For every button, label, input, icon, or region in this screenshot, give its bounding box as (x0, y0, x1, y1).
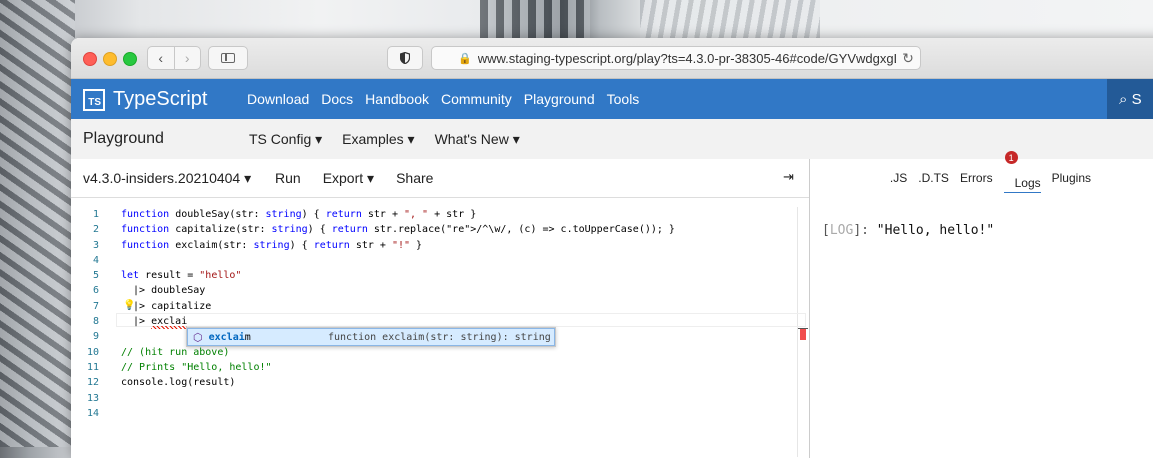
line-number: 1 (92, 209, 99, 220)
log-message: "Hello, hello!" (876, 223, 995, 238)
forward-icon[interactable]: › (173, 47, 201, 69)
site-search[interactable]: ⌕ S (1107, 79, 1153, 119)
line-number: 13 (86, 392, 99, 404)
zoom-window-button[interactable] (123, 52, 137, 66)
code-line[interactable]: 2 function capitalize(str: string) { retu… (71, 222, 809, 237)
line-number: 5 (92, 270, 99, 282)
output-tabs: .JS .D.TS Errors 1 Logs Plugins (879, 151, 1153, 197)
browser-titlebar: ‹ › 🔒 www.staging-typescript.org/play?ts… (71, 38, 1153, 79)
tab-dts[interactable]: .D.TS (918, 171, 949, 185)
code-line[interactable]: 11 // Prints "Hello, hello!" (71, 360, 809, 375)
nav-link-tools[interactable]: Tools (607, 91, 640, 107)
line-number: 4 (92, 254, 99, 266)
url-text: www.staging-typescript.org/play?ts=4.3.0… (477, 50, 896, 66)
code-text: |> doubleSay (121, 285, 206, 297)
logs-count-badge: 1 (1004, 151, 1018, 164)
background-tower (640, 0, 820, 40)
reload-icon[interactable]: ↻ (896, 50, 920, 67)
code-text: function exclaim(str: string) { return s… (121, 239, 423, 251)
sidebar-toggle-button[interactable] (208, 46, 248, 70)
code-line[interactable]: 12 console.log(result) (71, 375, 809, 390)
tab-errors[interactable]: Errors (960, 171, 993, 185)
line-number: 9 (92, 331, 99, 343)
code-line[interactable]: 4 (71, 253, 809, 268)
address-bar[interactable]: 🔒 www.staging-typescript.org/play?ts=4.3… (431, 46, 921, 70)
page-title: Playground (83, 130, 164, 147)
nav-link-handbook[interactable]: Handbook (365, 91, 429, 107)
tab-logs[interactable]: 1 Logs (1003, 151, 1041, 193)
sidebar-icon (221, 53, 235, 63)
line-number: 2 (92, 224, 99, 236)
ts-config-menu[interactable]: TS Config ▾ (249, 131, 322, 148)
background-tower (480, 0, 590, 40)
line-number: 10 (86, 346, 99, 358)
line-number: 12 (86, 377, 99, 389)
nav-link-playground[interactable]: Playground (524, 91, 595, 107)
export-menu[interactable]: Export ▾ (323, 170, 374, 187)
back-icon[interactable]: ‹ (148, 47, 174, 69)
lock-icon: 🔒 (458, 52, 472, 65)
tab-logs-label: Logs (1014, 176, 1041, 190)
run-button[interactable]: Run (275, 170, 301, 187)
search-icon: ⌕ (1119, 90, 1128, 108)
code-editor[interactable]: 💡 ⬡ exclaim function exclaim(str: string… (71, 207, 809, 421)
log-entry: [LOG]: "Hello, hello!" (822, 223, 994, 238)
background-building (0, 0, 75, 447)
code-line[interactable]: 13 (71, 391, 809, 406)
whats-new-menu[interactable]: What's New ▾ (435, 131, 520, 148)
editor-toolbar: v4.3.0-insiders.20210404 ▾ Run Export ▾ … (71, 159, 809, 198)
code-line[interactable]: 1 function doubleSay(str: string) { retur… (71, 207, 809, 222)
output-pane: .JS .D.TS Errors 1 Logs Plugins [LOG]: "H… (810, 151, 1153, 458)
nav-link-download[interactable]: Download (247, 91, 309, 107)
shield-icon (400, 52, 410, 64)
search-label: S (1131, 90, 1142, 108)
ts-badge-icon: TS (83, 88, 105, 111)
code-line[interactable]: 5 let result = "hello" (71, 268, 809, 283)
log-level: LOG (829, 223, 854, 238)
close-window-button[interactable] (83, 52, 97, 66)
collapse-sidebar-icon[interactable]: ⇥ (783, 169, 794, 185)
history-nav: ‹ › (147, 46, 201, 70)
code-line[interactable]: 10 // (hit run above) (71, 345, 809, 360)
code-line[interactable]: 9 (71, 329, 809, 344)
code-line[interactable]: 6 |> doubleSay (71, 283, 809, 298)
code-text: // (hit run above) (121, 346, 230, 358)
version-select[interactable]: v4.3.0-insiders.20210404 ▾ (83, 170, 251, 187)
tab-js[interactable]: .JS (890, 171, 907, 185)
line-number: 11 (86, 361, 99, 373)
line-number: 3 (92, 239, 99, 251)
line-number: 8 (92, 316, 99, 328)
minimize-window-button[interactable] (103, 52, 117, 66)
browser-window: ‹ › 🔒 www.staging-typescript.org/play?ts… (71, 38, 1153, 458)
code-text: |> exclai (121, 316, 188, 328)
editor-actions: Run Export ▾ Share (275, 170, 455, 187)
brand-name: TypeScript (113, 88, 208, 110)
code-line[interactable]: 7 |> capitalize (71, 299, 809, 314)
code-line[interactable]: 8 |> exclai (71, 314, 809, 329)
code-line[interactable]: 14 (71, 406, 809, 421)
typescript-logo[interactable]: TS TypeScript (83, 88, 207, 111)
tab-plugins[interactable]: Plugins (1052, 171, 1091, 185)
line-number: 6 (92, 285, 99, 297)
code-text: |> capitalize (121, 300, 212, 312)
examples-menu[interactable]: Examples ▾ (342, 131, 414, 148)
site-navbar: TS TypeScript Download Docs Handbook Com… (71, 79, 1153, 119)
log-bracket-open: [ (822, 223, 830, 238)
nav-link-docs[interactable]: Docs (321, 91, 353, 107)
code-line[interactable]: 3 function exclaim(str: string) { return … (71, 238, 809, 253)
code-text: let result = "hello" (121, 270, 242, 282)
nav-link-community[interactable]: Community (441, 91, 512, 107)
share-button[interactable]: Share (396, 170, 433, 187)
log-bracket-close: ]: (853, 223, 877, 238)
line-number: 7 (92, 300, 99, 312)
playground-menus: TS Config ▾ Examples ▾ What's New ▾ (249, 131, 540, 148)
code-text: // Prints "Hello, hello!" (121, 361, 272, 373)
playground-bar: Playground TS Config ▾ Examples ▾ What's… (71, 119, 1153, 160)
code-text: function capitalize(str: string) { retur… (121, 224, 675, 236)
line-number: 14 (86, 407, 99, 419)
code-text: function doubleSay(str: string) { return… (121, 209, 477, 220)
site-nav-links: Download Docs Handbook Community Playgro… (247, 79, 651, 119)
code-text: console.log(result) (121, 377, 236, 389)
privacy-report-button[interactable] (387, 46, 423, 70)
